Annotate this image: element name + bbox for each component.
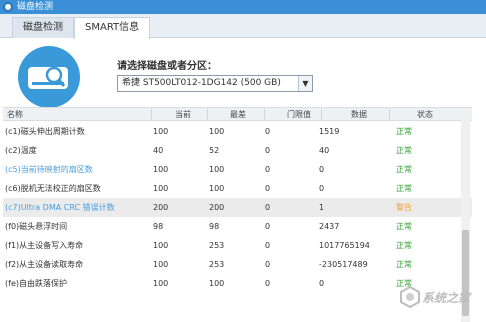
status-badge: 正常: [396, 222, 412, 231]
table-row[interactable]: (f0)磁头悬浮时间 98 98 0 2437 正常: [3, 217, 472, 236]
cell-current: 100: [153, 260, 169, 269]
cell-threshold: 0: [265, 184, 271, 193]
cell-threshold: 0: [265, 260, 271, 269]
cell-data: 40: [319, 146, 330, 155]
cell-data: 0: [319, 184, 325, 193]
cell-data: 1519: [319, 127, 340, 136]
cell-worst: 100: [209, 165, 225, 174]
title-bar: 磁盘检测: [0, 0, 486, 14]
column-header-current[interactable]: 当前: [175, 108, 191, 121]
disk-select-value: 希捷 ST500LT012-1DG142 (500 GB): [122, 78, 281, 88]
table-row[interactable]: (c7)Ultra DMA CRC 错误计数 200 200 0 1 警告: [3, 198, 472, 217]
cell-name: (c7)Ultra DMA CRC 错误计数: [5, 203, 115, 212]
cell-current: 100: [153, 279, 169, 288]
cell-current: 40: [153, 146, 164, 155]
column-header-status[interactable]: 状态: [417, 108, 433, 121]
window-title: 磁盘检测: [17, 2, 54, 12]
tab-smart-info[interactable]: SMART信息: [74, 17, 151, 39]
disk-select-label: 请选择磁盘或者分区：: [117, 61, 217, 72]
cell-worst: 253: [209, 241, 225, 250]
cell-name: (c2)温度: [5, 146, 37, 155]
cell-name: (f0)磁头悬浮时间: [5, 222, 68, 231]
cell-worst: 100: [209, 127, 225, 136]
cell-threshold: 0: [265, 279, 271, 288]
cell-data: 1: [319, 203, 325, 212]
status-badge: 正常: [396, 260, 412, 269]
tab-disk-check[interactable]: 磁盘检测: [12, 17, 74, 38]
disk-icon: [18, 46, 80, 108]
status-badge: 正常: [396, 165, 412, 174]
cell-worst: 98: [209, 222, 220, 231]
cell-current: 100: [153, 241, 169, 250]
cell-current: 100: [153, 165, 169, 174]
disk-select[interactable]: 希捷 ST500LT012-1DG142 (500 GB) ▼: [117, 75, 313, 92]
cell-worst: 253: [209, 260, 225, 269]
cell-name: (c6)脱机无法校正的扇区数: [5, 184, 101, 193]
cell-threshold: 0: [265, 203, 271, 212]
table-row[interactable]: (c5)当前待映射的扇区数 100 100 0 0 正常: [3, 160, 472, 179]
tab-bar: 磁盘检测 SMART信息: [0, 14, 486, 39]
status-badge: 正常: [396, 241, 412, 250]
cell-threshold: 0: [265, 241, 271, 250]
column-divider: [151, 109, 152, 120]
cell-threshold: 0: [265, 165, 271, 174]
table-row[interactable]: (c6)脱机无法校正的扇区数 100 100 0 0 正常: [3, 179, 472, 198]
column-header-worst[interactable]: 最差: [230, 108, 246, 121]
status-badge: 正常: [396, 146, 412, 155]
column-header-name[interactable]: 名称: [7, 108, 23, 121]
column-header-threshold[interactable]: 门限值: [287, 108, 311, 121]
cell-threshold: 0: [265, 127, 271, 136]
cell-name: (fe)自由跌落保护: [5, 279, 67, 288]
column-divider: [264, 109, 265, 120]
app-icon: [3, 2, 13, 12]
watermark-text: 系统之家: [422, 291, 471, 305]
cell-name: (f1)从主设备写入寿命: [5, 241, 84, 250]
chevron-down-icon[interactable]: ▼: [298, 76, 312, 91]
column-header-data[interactable]: 数据: [351, 108, 367, 121]
cell-threshold: 0: [265, 146, 271, 155]
cell-name: (f2)从主设备读取寿命: [5, 260, 84, 269]
cell-name: (c5)当前待映射的扇区数: [5, 165, 93, 174]
cell-data: 1017765194: [319, 241, 370, 250]
watermark-logo: 系统之家: [396, 281, 484, 313]
status-badge: 警告: [396, 203, 412, 212]
table-header: 名称 当前 最差 门限值 数据 状态: [3, 108, 472, 121]
table-row[interactable]: (f2)从主设备读取寿命 100 253 0 -230517489 正常: [3, 255, 472, 274]
cell-name: (c1)磁头伸出周期计数: [5, 127, 85, 136]
table-row[interactable]: (f1)从主设备写入寿命 100 253 0 1017765194 正常: [3, 236, 472, 255]
cell-data: 0: [319, 279, 325, 288]
cell-current: 200: [153, 203, 169, 212]
table-row[interactable]: (c1)磁头伸出周期计数 100 100 0 1519 正常: [3, 122, 472, 141]
cell-worst: 52: [209, 146, 220, 155]
column-divider: [321, 109, 322, 120]
cell-data: 0: [319, 165, 325, 174]
cell-data: 2437: [319, 222, 340, 231]
cell-current: 100: [153, 127, 169, 136]
column-divider: [389, 109, 390, 120]
cell-current: 98: [153, 222, 164, 231]
table-row[interactable]: (c2)温度 40 52 0 40 正常: [3, 141, 472, 160]
cell-current: 100: [153, 184, 169, 193]
status-badge: 正常: [396, 127, 412, 136]
cell-worst: 200: [209, 203, 225, 212]
cell-threshold: 0: [265, 222, 271, 231]
cell-worst: 100: [209, 279, 225, 288]
status-badge: 正常: [396, 184, 412, 193]
column-divider: [207, 109, 208, 120]
cell-data: -230517489: [319, 260, 368, 269]
cell-worst: 100: [209, 184, 225, 193]
